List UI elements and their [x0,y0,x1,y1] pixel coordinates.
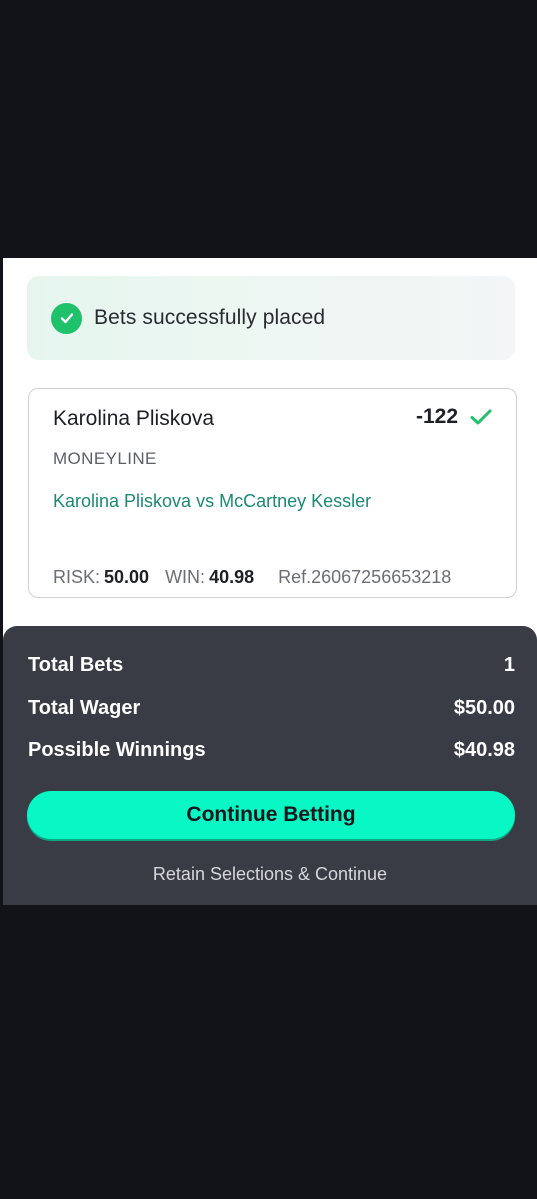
total-wager-row: Total Wager $50.00 [28,697,515,720]
bet-odds: -122 [415,405,458,428]
possible-winnings-value: $40.98 [453,739,515,761]
bet-card: Karolina Pliskova -122 MONEYLINE Karolin… [28,388,517,598]
continue-betting-button[interactable]: Continue Betting [27,791,515,839]
success-message: Bets successfully placed [94,306,326,329]
total-bets-value: 1 [503,654,515,676]
bet-market: MONEYLINE [53,449,157,468]
risk-label: RISK: [53,567,101,587]
checkmark-icon [470,408,492,426]
possible-winnings-label: Possible Winnings [28,739,206,761]
bet-matchup: Karolina Pliskova vs McCartney Kessler [53,491,372,511]
win-value: 40.98 [209,567,255,587]
win-label: WIN: [165,567,206,587]
success-banner: Bets successfully placed [27,276,515,360]
possible-winnings-row: Possible Winnings $40.98 [28,739,515,762]
total-wager-value: $50.00 [453,697,515,719]
bottom-backdrop [0,905,537,1199]
total-wager-label: Total Wager [28,697,141,719]
bet-reference: Ref.26067256653218 [278,567,452,587]
bet-selection: Karolina Pliskova [53,407,215,430]
odds-group: -122 [416,405,492,429]
risk-value: 50.00 [104,567,150,587]
screen: Bets successfully placed Karolina Plisko… [0,0,537,1199]
total-bets-label: Total Bets [28,654,124,676]
bet-summary-panel: Total Bets 1 Total Wager $50.00 Possible… [3,626,537,905]
retain-selections-link[interactable]: Retain Selections & Continue [3,864,537,885]
top-backdrop [0,0,537,258]
check-circle-icon [51,302,82,334]
total-bets-row: Total Bets 1 [28,654,515,677]
bet-footer: RISK: 50.00 WIN: 40.98 Ref.2606725665321… [53,567,451,588]
